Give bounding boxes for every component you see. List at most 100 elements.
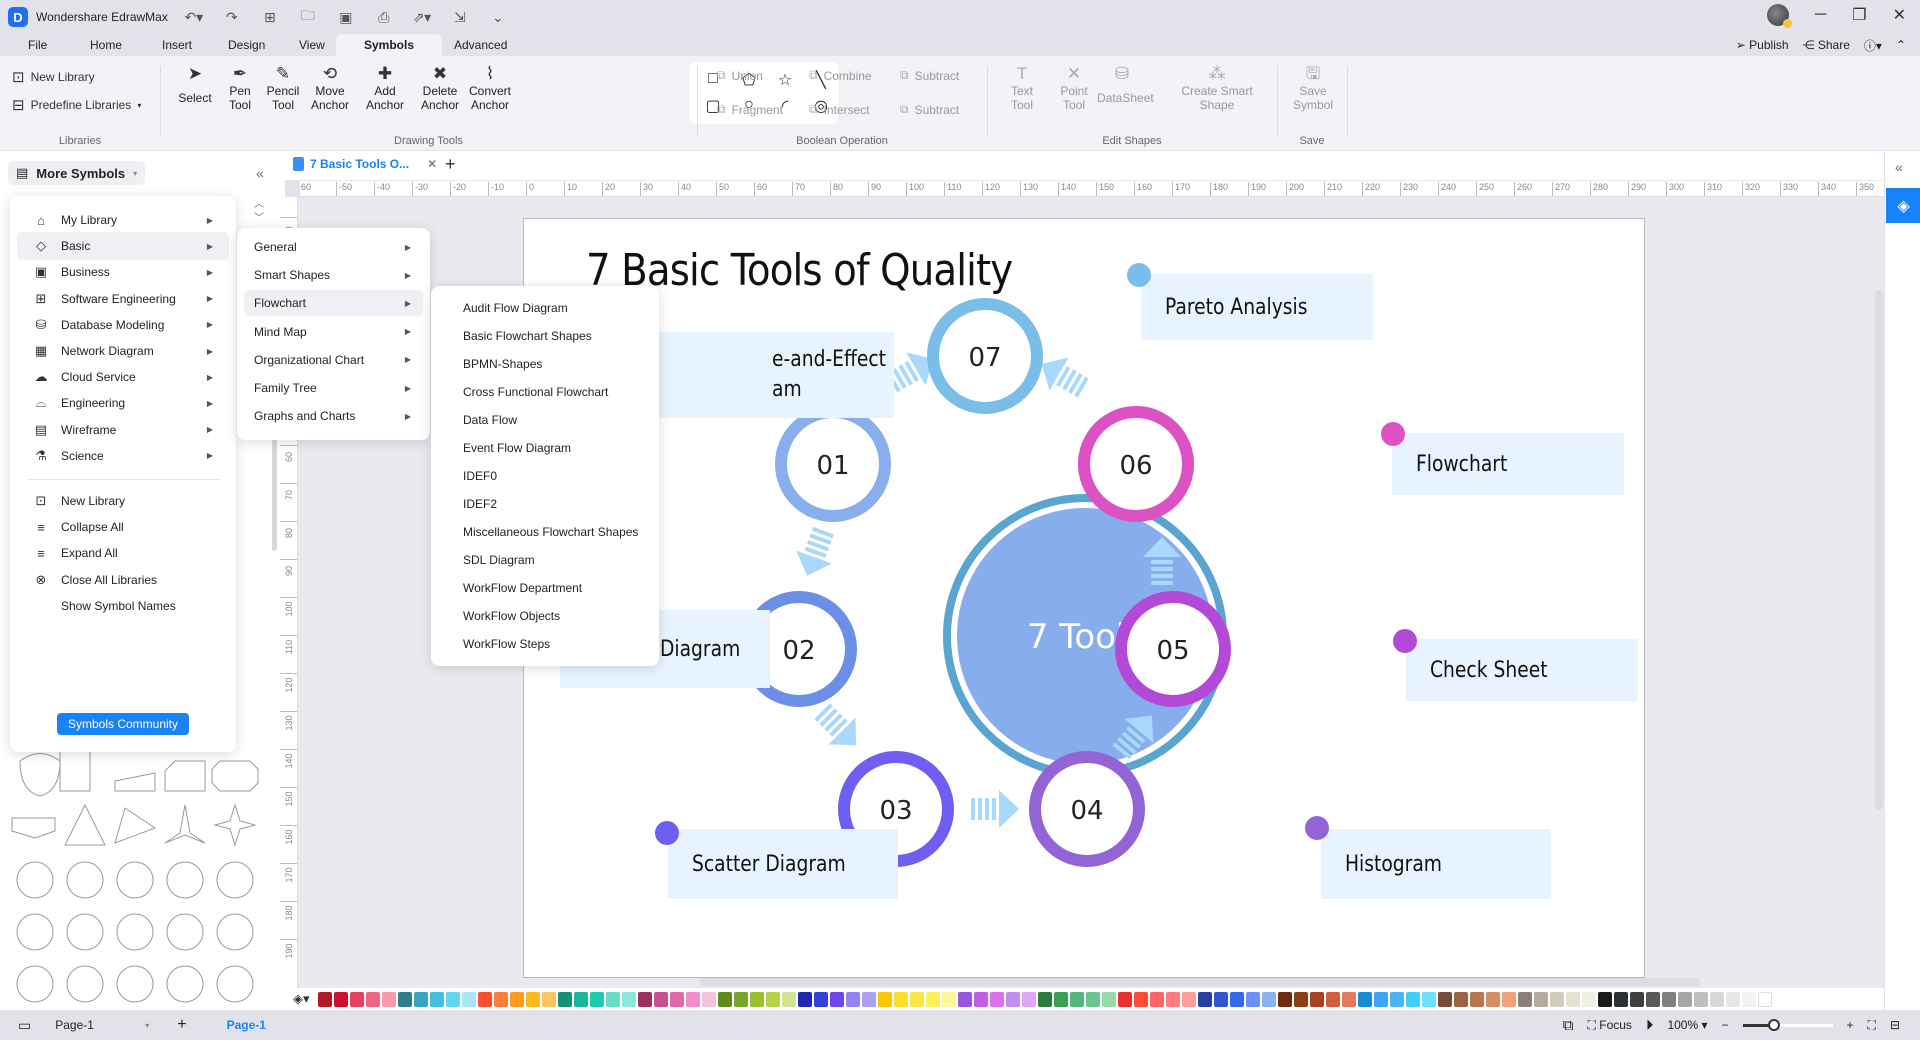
color-swatch[interactable]	[1693, 991, 1708, 1007]
library-shape[interactable]	[216, 861, 254, 899]
library-item-sdl-diagram[interactable]: SDL Diagram	[463, 550, 535, 570]
intersect-button[interactable]: ⧉ Intersect	[809, 102, 870, 117]
color-swatch[interactable]	[861, 991, 876, 1007]
menu-action-new-library[interactable]: ⊡ New Library	[17, 487, 229, 515]
color-swatch[interactable]	[1389, 991, 1404, 1007]
color-swatch[interactable]	[813, 991, 828, 1007]
tool-label-06[interactable]: Flowchart	[1392, 433, 1624, 495]
color-swatch[interactable]	[749, 991, 764, 1007]
color-swatch[interactable]	[653, 991, 668, 1007]
tool-label-03[interactable]: Scatter Diagram	[668, 829, 898, 899]
page-dropdown-icon[interactable]: ▾	[145, 1021, 149, 1030]
library-shape[interactable]	[11, 817, 56, 839]
point-tool-button[interactable]: ✕ Point Tool	[1049, 64, 1099, 112]
color-swatch[interactable]	[781, 991, 796, 1007]
symbols-community-button[interactable]: Symbols Community	[57, 713, 189, 735]
color-swatch[interactable]	[605, 991, 620, 1007]
color-swatch[interactable]	[1373, 991, 1388, 1007]
fill-color-picker-icon[interactable]: ◈▾	[293, 991, 310, 1007]
library-shape[interactable]	[116, 913, 154, 951]
color-swatch[interactable]	[1357, 991, 1372, 1007]
library-shape[interactable]	[59, 750, 91, 792]
datasheet-button[interactable]: ⛁ DataSheet	[1097, 64, 1154, 105]
publish-button[interactable]: ➢ Publish	[1736, 38, 1789, 52]
help-button[interactable]: ⓘ▾	[1864, 37, 1882, 54]
color-swatch[interactable]	[1485, 991, 1500, 1007]
library-shape[interactable]	[66, 965, 104, 1003]
save-symbol-button[interactable]: 🖫 Save Symbol	[1291, 64, 1335, 112]
color-swatch[interactable]	[941, 991, 956, 1007]
color-swatch[interactable]	[1565, 991, 1580, 1007]
library-item-basic-flowchart-shapes[interactable]: Basic Flowchart Shapes	[463, 326, 592, 346]
color-swatch[interactable]	[669, 991, 684, 1007]
color-swatch[interactable]	[845, 991, 860, 1007]
color-swatch[interactable]	[333, 991, 348, 1007]
diagram-page[interactable]: 7 Basic Tools of Quality 7 Tools 01 02 03 04…	[523, 218, 1645, 978]
color-swatch[interactable]	[957, 991, 972, 1007]
collapse-ribbon-icon[interactable]: ⌃	[1896, 38, 1906, 52]
color-swatch[interactable]	[381, 991, 396, 1007]
predefine-libraries-button[interactable]: ⊟ Predefine Libraries ▾	[12, 96, 141, 114]
color-swatch[interactable]	[1437, 991, 1452, 1007]
menu-item-business[interactable]: ▣ Business ▶	[17, 258, 229, 286]
color-swatch[interactable]	[1645, 991, 1660, 1007]
color-swatch[interactable]	[733, 991, 748, 1007]
color-swatch[interactable]	[1213, 991, 1228, 1007]
layers-icon[interactable]: ⧉	[1563, 1017, 1574, 1034]
scroll-up-icon[interactable]: ︿	[254, 195, 264, 210]
convert-anchor-button[interactable]: ⌇ Convert Anchor	[465, 64, 515, 112]
color-swatch[interactable]	[1005, 991, 1020, 1007]
zoom-slider-knob[interactable]	[1768, 1018, 1781, 1031]
user-avatar[interactable]	[1766, 4, 1792, 28]
library-shape[interactable]	[64, 803, 106, 846]
delete-anchor-button[interactable]: ✖ Delete Anchor	[415, 64, 465, 112]
menu-item-engineering[interactable]: ⌓ Engineering ▶	[17, 389, 229, 417]
color-swatch[interactable]	[1677, 991, 1692, 1007]
color-swatch[interactable]	[493, 991, 508, 1007]
menu-action-expand-all[interactable]: ≡ Expand All	[17, 539, 229, 567]
color-swatch[interactable]	[1069, 991, 1084, 1007]
color-swatch[interactable]	[685, 991, 700, 1007]
select-button[interactable]: ➤ Select	[170, 64, 220, 105]
color-swatch[interactable]	[1181, 991, 1196, 1007]
color-swatch[interactable]	[365, 991, 380, 1007]
library-shape[interactable]	[164, 760, 206, 792]
color-swatch[interactable]	[1149, 991, 1164, 1007]
menu-action-close-all-libraries[interactable]: ⊗ Close All Libraries	[17, 566, 229, 594]
export-icon[interactable]: ⇗▾	[412, 9, 432, 26]
color-swatch[interactable]	[1613, 991, 1628, 1007]
submenu-item-family-tree[interactable]: Family Tree ▶	[244, 375, 423, 401]
color-swatch[interactable]	[637, 991, 652, 1007]
library-shape[interactable]	[114, 772, 156, 792]
fit-width-icon[interactable]: ⊟	[1890, 1018, 1900, 1032]
add-anchor-button[interactable]: ✚ Add Anchor	[360, 64, 410, 112]
color-swatch[interactable]	[1085, 991, 1100, 1007]
library-shape[interactable]	[164, 804, 206, 844]
submenu-item-graphs-and-charts[interactable]: Graphs and Charts ▶	[244, 403, 423, 429]
tool-label-05[interactable]: Check Sheet	[1406, 639, 1638, 701]
page-layout-icon[interactable]: ▭	[18, 1017, 31, 1034]
color-swatch[interactable]	[717, 991, 732, 1007]
library-shape[interactable]	[16, 861, 54, 899]
text-tool-button[interactable]: T Text Tool	[997, 64, 1047, 112]
submenu-item-general[interactable]: General ▶	[244, 234, 423, 260]
color-swatch[interactable]	[1197, 991, 1212, 1007]
color-swatch[interactable]	[893, 991, 908, 1007]
submenu-item-organizational-chart[interactable]: Organizational Chart ▶	[244, 347, 423, 373]
menu-item-network-diagram[interactable]: ▦ Network Diagram ▶	[17, 337, 229, 365]
library-shape[interactable]	[216, 913, 254, 951]
menu-item-basic[interactable]: ◇ Basic ▶	[17, 232, 229, 261]
library-item-idef0[interactable]: IDEF0	[463, 466, 497, 486]
color-swatch[interactable]	[877, 991, 892, 1007]
library-item-bpmn-shapes[interactable]: BPMN-Shapes	[463, 354, 542, 374]
color-swatch[interactable]	[445, 991, 460, 1007]
library-item-audit-flow-diagram[interactable]: Audit Flow Diagram	[463, 298, 568, 318]
menu-item-science[interactable]: ⚗ Science ▶	[17, 442, 229, 470]
color-swatch[interactable]	[509, 991, 524, 1007]
color-swatch[interactable]	[1405, 991, 1420, 1007]
color-swatch[interactable]	[477, 991, 492, 1007]
library-shape[interactable]	[16, 913, 54, 951]
menu-item-software-engineering[interactable]: ⊞ Software Engineering ▶	[17, 285, 229, 313]
zoom-slider[interactable]	[1742, 1018, 1833, 1031]
color-swatch[interactable]	[397, 991, 412, 1007]
